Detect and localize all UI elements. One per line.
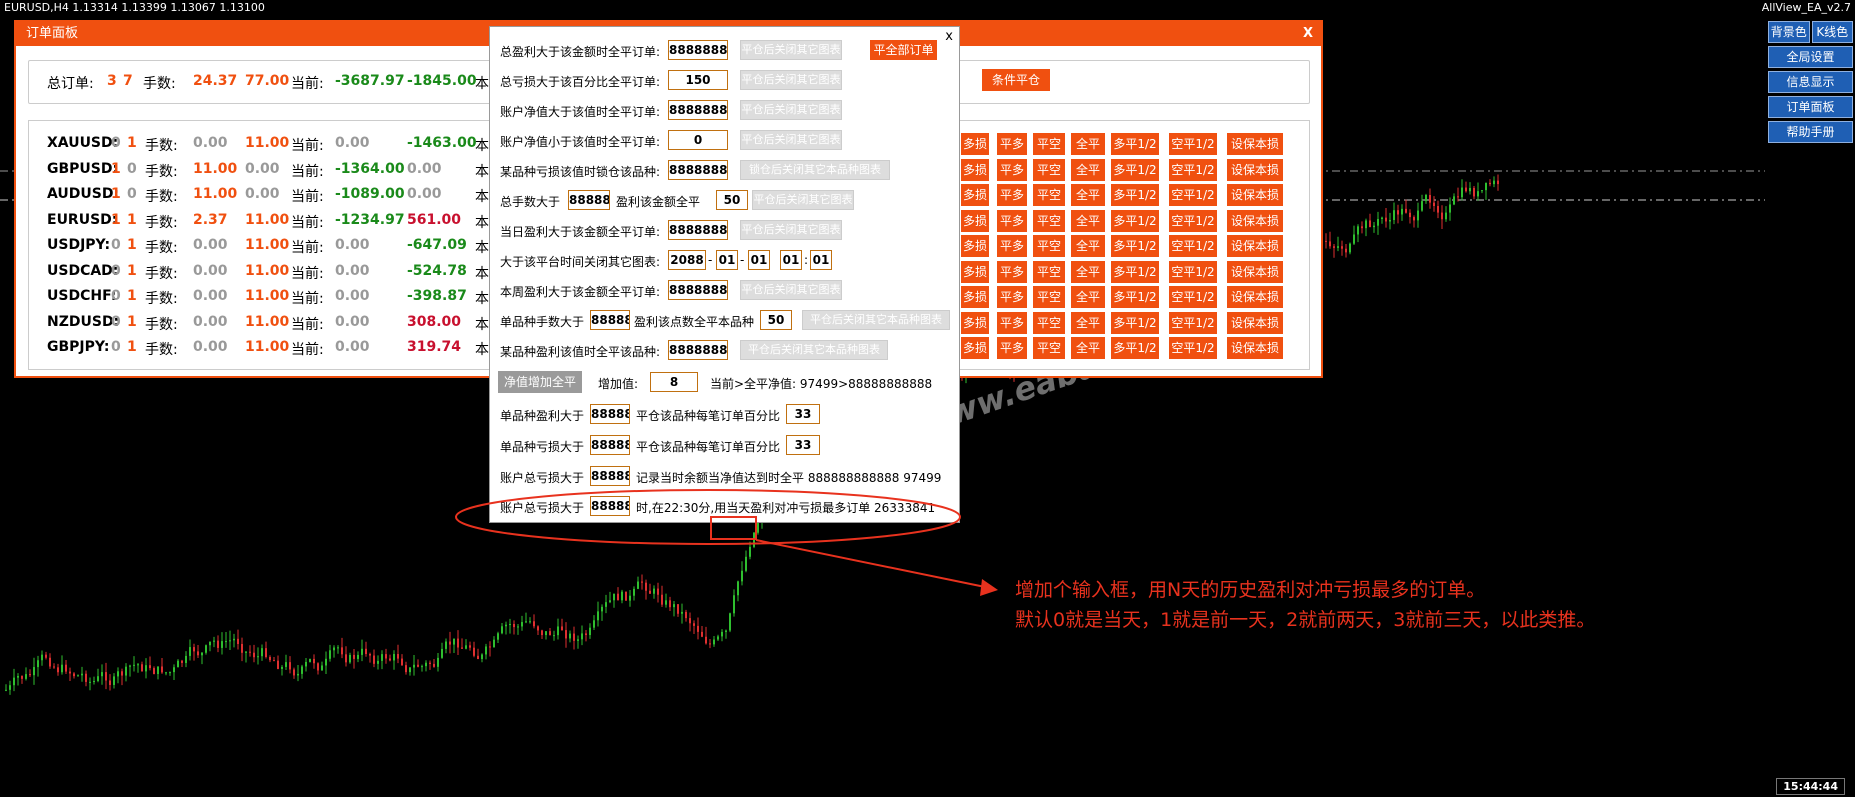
arrow-head-icon bbox=[980, 579, 998, 596]
annotation-overlay bbox=[455, 489, 998, 596]
annotation-box bbox=[710, 516, 757, 540]
annotation-arrow bbox=[755, 539, 991, 589]
annotation-line-2: 默认0就是当天，1就是前一天，2就前两天，3就前三天，以此类推。 bbox=[1015, 609, 1596, 631]
annotation-line-1: 增加个输入框，用N天的历史盈利对冲亏损最多的订单。 bbox=[1015, 579, 1486, 601]
annotation-ellipse bbox=[455, 489, 961, 545]
